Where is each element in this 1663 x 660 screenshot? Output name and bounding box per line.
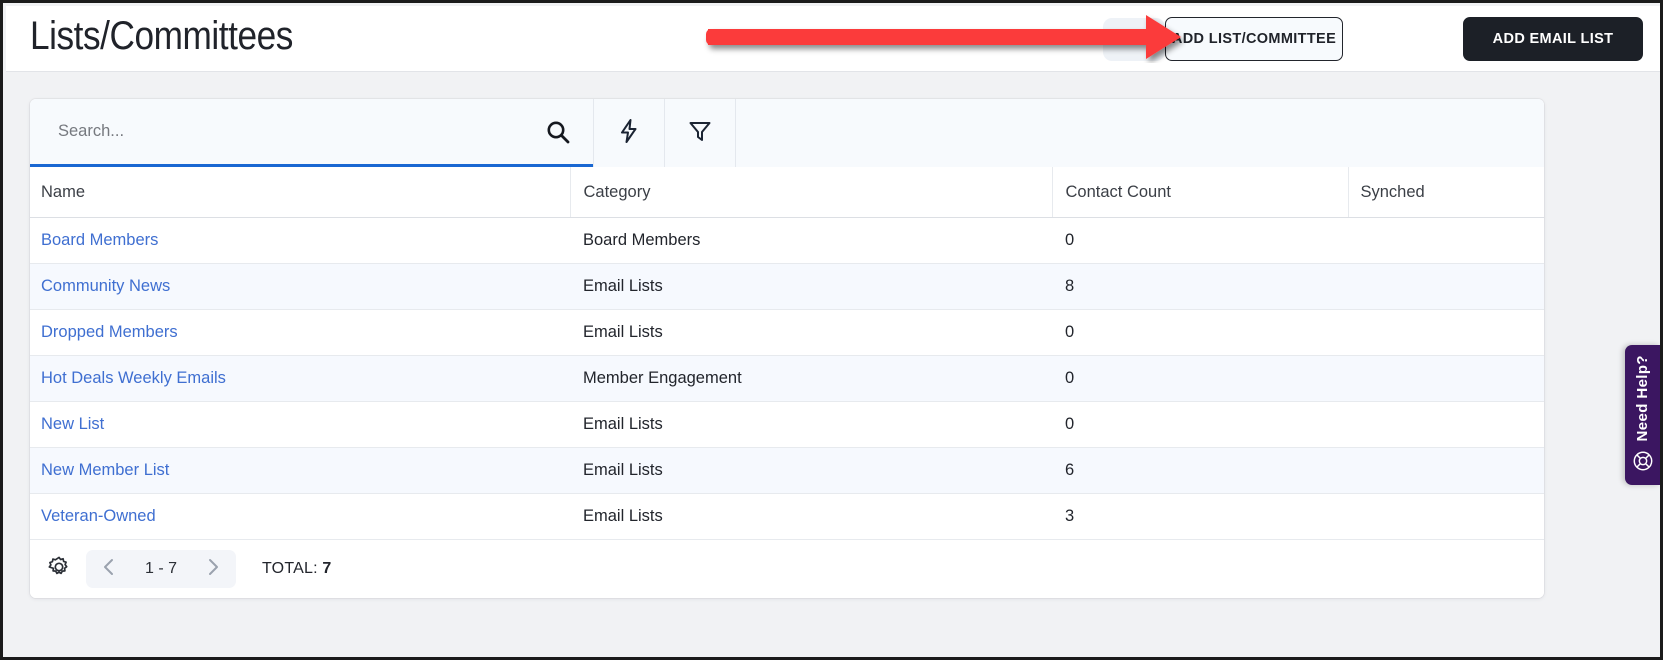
table-row[interactable]: New Member List Email Lists 6 bbox=[30, 447, 1544, 494]
total-label: TOTAL: bbox=[262, 560, 318, 577]
table-row[interactable]: New List Email Lists 0 bbox=[30, 401, 1544, 448]
column-header-name[interactable]: Name bbox=[30, 167, 571, 218]
need-help-label: Need Help? bbox=[1634, 355, 1651, 442]
page-header: Lists/Committees ADD LIST/COMMITTEE ADD … bbox=[6, 6, 1660, 72]
list-name-link[interactable]: Community News bbox=[41, 277, 170, 295]
search-icon[interactable] bbox=[545, 119, 571, 145]
cell-synched bbox=[1348, 401, 1544, 448]
cell-category: Email Lists bbox=[570, 309, 1052, 356]
cell-name: Dropped Members bbox=[30, 309, 570, 356]
table-row[interactable]: Community News Email Lists 8 bbox=[30, 263, 1544, 310]
total-count: TOTAL: 7 bbox=[262, 560, 332, 578]
list-name-link[interactable]: Dropped Members bbox=[41, 323, 178, 341]
lightning-bolt-icon bbox=[617, 118, 641, 149]
cell-category: Email Lists bbox=[570, 263, 1052, 310]
cell-synched bbox=[1348, 263, 1544, 310]
add-list-committee-button[interactable]: ADD LIST/COMMITTEE bbox=[1165, 17, 1343, 61]
list-name-link[interactable]: Hot Deals Weekly Emails bbox=[41, 369, 226, 387]
cell-category: Email Lists bbox=[570, 493, 1052, 540]
list-name-link[interactable]: New List bbox=[41, 415, 104, 433]
button-focus-halo bbox=[1103, 18, 1165, 61]
table-row[interactable]: Hot Deals Weekly Emails Member Engagemen… bbox=[30, 355, 1544, 402]
cell-category: Email Lists bbox=[570, 401, 1052, 448]
cell-name: Community News bbox=[30, 263, 570, 310]
app-screenshot: Lists/Committees ADD LIST/COMMITTEE ADD … bbox=[0, 0, 1663, 660]
search-input[interactable] bbox=[30, 111, 528, 152]
cell-name: New List bbox=[30, 401, 570, 448]
search-field[interactable] bbox=[30, 99, 593, 167]
grid-toolbar bbox=[30, 99, 1544, 167]
toolbar-filler bbox=[735, 99, 1544, 167]
lifebuoy-icon bbox=[1632, 450, 1654, 472]
list-name-link[interactable]: New Member List bbox=[41, 461, 169, 479]
table-row[interactable]: Dropped Members Email Lists 0 bbox=[30, 309, 1544, 356]
table-row[interactable]: Board Members Board Members 0 bbox=[30, 217, 1544, 264]
cell-synched bbox=[1348, 309, 1544, 356]
column-header-contact-count[interactable]: Contact Count bbox=[1052, 167, 1349, 218]
column-header-category[interactable]: Category bbox=[570, 167, 1053, 218]
column-header-synched[interactable]: Synched bbox=[1348, 167, 1544, 218]
total-value: 7 bbox=[322, 560, 332, 577]
cell-name: Veteran-Owned bbox=[30, 493, 570, 540]
gear-icon bbox=[48, 556, 70, 583]
lists-table: Name Category Contact Count Synched Boar… bbox=[30, 167, 1544, 540]
add-email-list-button[interactable]: ADD EMAIL LIST bbox=[1463, 17, 1643, 61]
cell-contact-count: 0 bbox=[1052, 217, 1348, 264]
cell-name: New Member List bbox=[30, 447, 570, 494]
table-row[interactable]: Veteran-Owned Email Lists 3 bbox=[30, 493, 1544, 540]
chevron-left-icon bbox=[101, 558, 117, 581]
cell-category: Member Engagement bbox=[570, 355, 1052, 402]
filter-button[interactable] bbox=[664, 99, 735, 167]
pagination-control: 1 - 7 bbox=[86, 550, 236, 588]
cell-category: Email Lists bbox=[570, 447, 1052, 494]
pagination-prev-button[interactable] bbox=[90, 550, 128, 588]
cell-name: Board Members bbox=[30, 217, 570, 264]
table-header: Name Category Contact Count Synched bbox=[30, 167, 1544, 218]
grid-settings-button[interactable] bbox=[42, 552, 76, 586]
table-body: Board Members Board Members 0 Community … bbox=[30, 217, 1544, 540]
chevron-right-icon bbox=[205, 558, 221, 581]
cell-category: Board Members bbox=[570, 217, 1052, 264]
table-header-row: Name Category Contact Count Synched bbox=[30, 167, 1544, 218]
need-help-tab[interactable]: Need Help? bbox=[1625, 345, 1660, 485]
cell-synched bbox=[1348, 493, 1544, 540]
cell-contact-count: 0 bbox=[1052, 355, 1348, 402]
cell-contact-count: 3 bbox=[1052, 493, 1348, 540]
cell-contact-count: 0 bbox=[1052, 401, 1348, 448]
page-title: Lists/Committees bbox=[30, 14, 293, 58]
cell-name: Hot Deals Weekly Emails bbox=[30, 355, 570, 402]
cell-synched bbox=[1348, 447, 1544, 494]
cell-synched bbox=[1348, 355, 1544, 402]
lists-card: Name Category Contact Count Synched Boar… bbox=[30, 99, 1544, 598]
funnel-filter-icon bbox=[687, 118, 713, 149]
pagination-range: 1 - 7 bbox=[144, 560, 177, 577]
quick-action-button[interactable] bbox=[593, 99, 664, 167]
cell-contact-count: 0 bbox=[1052, 309, 1348, 356]
list-name-link[interactable]: Veteran-Owned bbox=[41, 507, 156, 525]
cell-contact-count: 6 bbox=[1052, 447, 1348, 494]
list-name-link[interactable]: Board Members bbox=[41, 231, 158, 249]
grid-footer: 1 - 7 TOTAL: 7 bbox=[30, 540, 1544, 598]
cell-contact-count: 8 bbox=[1052, 263, 1348, 310]
pagination-next-button[interactable] bbox=[194, 550, 232, 588]
cell-synched bbox=[1348, 217, 1544, 264]
